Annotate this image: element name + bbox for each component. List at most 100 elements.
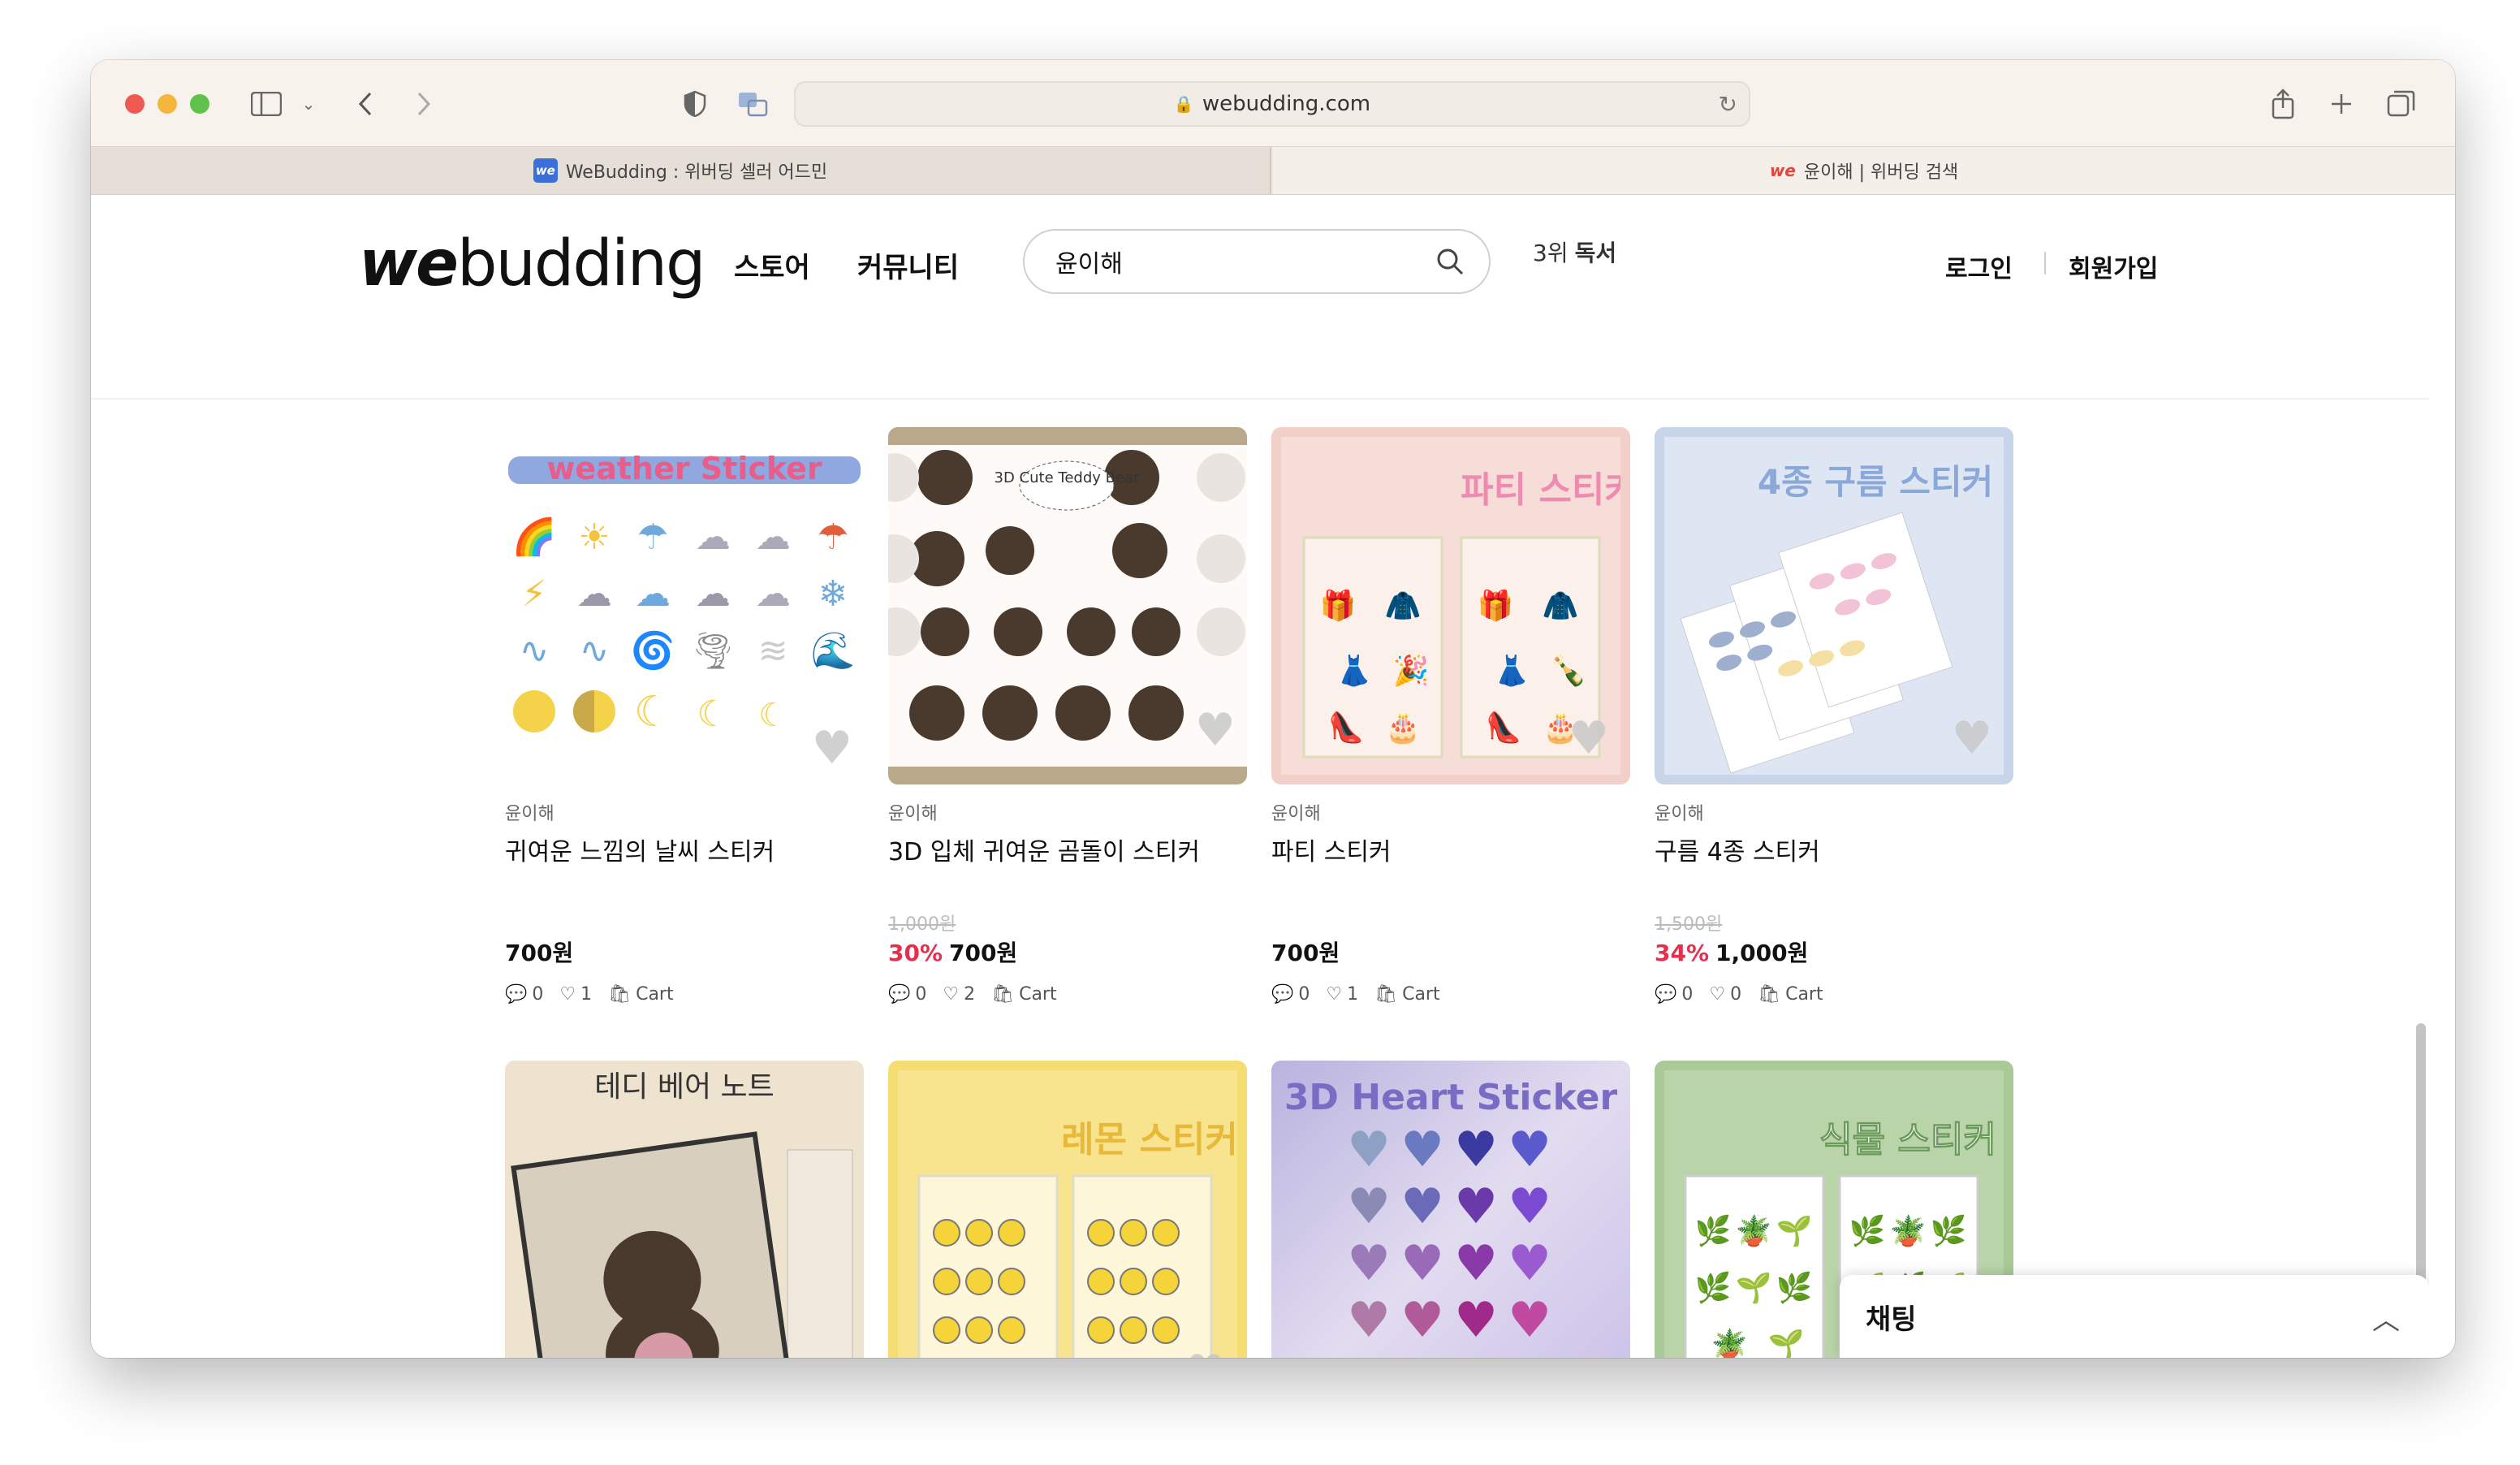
search-input[interactable]: 윤이해 — [1023, 229, 1491, 294]
webudding-logo[interactable]: webudding — [359, 227, 706, 300]
like-count[interactable]: ♡ 1 — [559, 984, 592, 1005]
login-link[interactable]: 로그인 — [1945, 248, 2013, 284]
svg-text:🧥: 🧥 — [1543, 590, 1579, 623]
svg-text:👠: 👠 — [1486, 710, 1522, 745]
comment-count[interactable]: 💬 0 — [505, 984, 543, 1005]
back-icon[interactable] — [349, 88, 382, 120]
heart-outline-icon: ♡ — [1326, 984, 1343, 1005]
svg-text:♥: ♥ — [1454, 1235, 1498, 1292]
tab-search[interactable]: we 윤이해 | 위버딩 검색 — [1273, 147, 2455, 194]
cart-button[interactable]: 🛍 Cart — [608, 984, 673, 1005]
tab-seller-admin[interactable]: we WeBudding : 위버딩 셀러 어드민 — [91, 147, 1271, 194]
svg-text:♥: ♥ — [1347, 1121, 1391, 1178]
svg-text:♥: ♥ — [1347, 1349, 1391, 1358]
svg-text:☁: ☁ — [695, 573, 731, 615]
comment-count[interactable]: 💬 0 — [1655, 984, 1693, 1005]
minimize-window-button[interactable] — [158, 94, 177, 114]
product-thumbnail[interactable]: 테디 베어 노트 ♥ — [505, 1061, 864, 1358]
trending-keyword[interactable]: 3위 독서 — [1533, 236, 1616, 268]
product-card[interactable]: 레몬 스티커 ♥ — [888, 1061, 1247, 1358]
product-name[interactable]: 3D 입체 귀여운 곰돌이 스티커 — [888, 832, 1247, 867]
svg-text:🌀: 🌀 — [631, 629, 675, 672]
cart-icon: 🛍 — [991, 984, 1015, 1005]
like-count[interactable]: ♡ 1 — [1326, 984, 1358, 1005]
cart-button[interactable]: 🛍 Cart — [991, 984, 1056, 1005]
share-icon[interactable] — [2267, 88, 2299, 120]
sidebar-toggle-icon[interactable] — [250, 88, 283, 120]
product-card[interactable]: 파티 스티커 🎁 🧥 🎁 🧥 👗 🎉 👗 🍾 👠 🎂 👠 🎂 ♥ 윤이해 파티 스티커 700원 … — [1271, 427, 1630, 1005]
svg-text:♥: ♥ — [1400, 1292, 1444, 1349]
product-price: 34% 1,000원 — [1655, 936, 1808, 968]
address-bar[interactable]: 🔒 webudding.com ↻ — [794, 81, 1750, 127]
product-card[interactable]: 테디 베어 노트 ♥ — [505, 1061, 864, 1358]
svg-text:❄: ❄ — [818, 573, 848, 615]
svg-text:♥: ♥ — [1454, 1349, 1498, 1358]
search-icon[interactable] — [1434, 245, 1466, 278]
like-count[interactable]: ♡ 0 — [1709, 984, 1741, 1005]
product-price: 700원 — [505, 936, 573, 968]
svg-text:👗: 👗 — [1336, 654, 1373, 688]
svg-text:♥: ♥ — [1508, 1121, 1551, 1178]
nav-community[interactable]: 커뮤니티 — [857, 245, 959, 285]
chevron-down-icon[interactable]: ⌄ — [292, 88, 325, 120]
wishlist-heart-icon[interactable]: ♥ — [1569, 716, 1609, 762]
cart-icon: 🛍 — [1758, 984, 1781, 1005]
product-thumbnail[interactable]: 4종 구름 스티커 ♥ — [1655, 427, 2013, 784]
seller-name[interactable]: 윤이해 — [1271, 799, 1630, 825]
product-thumbnail[interactable]: 3D Heart Sticker ♥♥♥♥ ♥♥♥♥ ♥♥♥♥ ♥♥♥♥ ♥♥♥… — [1271, 1061, 1630, 1358]
wishlist-heart-icon[interactable]: ♥ — [1195, 708, 1236, 754]
product-thumbnail[interactable]: 파티 스티커 🎁 🧥 🎁 🧥 👗 🎉 👗 🍾 👠 🎂 👠 🎂 ♥ — [1271, 427, 1630, 784]
comment-count[interactable]: 💬 0 — [888, 984, 926, 1005]
product-card[interactable]: weather Sticker 🌈 ☀ ☂ ☁ ☁ ☂ ⚡ ☁ ☁ ☁ ☁ ❄ ∿ ∿ 🌀 🌪 ≋ 🌊 ☾ ☾ ☾… — [505, 427, 864, 1005]
heart-sticker-art: 3D Heart Sticker ♥♥♥♥ ♥♥♥♥ ♥♥♥♥ ♥♥♥♥ ♥♥♥… — [1284, 1077, 1618, 1358]
forward-icon[interactable] — [408, 88, 440, 120]
svg-text:식물 스티커: 식물 스티커 — [1819, 1119, 1996, 1160]
tab-overview-icon[interactable] — [2385, 88, 2418, 120]
product-thumbnail[interactable]: 레몬 스티커 ♥ — [888, 1061, 1247, 1358]
comment-icon: 💬 — [888, 984, 911, 1005]
svg-text:☁: ☁ — [695, 516, 731, 558]
product-thumbnail[interactable]: weather Sticker 🌈 ☀ ☂ ☁ ☁ ☂ ⚡ ☁ ☁ ☁ ☁ ❄ ∿ ∿ 🌀 🌪 ≋ 🌊 ☾ ☾ ☾… — [505, 427, 864, 784]
comment-count[interactable]: 💬 0 — [1271, 984, 1310, 1005]
product-thumbnail[interactable]: 3D Cute Teddy Bear ♥ — [888, 427, 1247, 784]
svg-text:♥: ♥ — [1347, 1292, 1391, 1349]
product-name[interactable]: 파티 스티커 — [1271, 832, 1630, 867]
lemon-sticker-art: 레몬 스티커 — [917, 1119, 1237, 1358]
privacy-shield-icon[interactable] — [679, 88, 711, 120]
product-card[interactable]: 3D Heart Sticker ♥♥♥♥ ♥♥♥♥ ♥♥♥♥ ♥♥♥♥ ♥♥♥… — [1271, 1061, 1630, 1358]
wishlist-heart-icon[interactable]: ♥ — [812, 726, 852, 771]
new-tab-icon[interactable] — [2325, 88, 2358, 120]
cart-label: Cart — [636, 984, 674, 1005]
comment-icon: 💬 — [505, 984, 528, 1005]
svg-text:🪴: 🪴 — [1736, 1213, 1772, 1248]
chat-widget[interactable]: 채팅 ︿ — [1840, 1275, 2429, 1358]
product-card[interactable]: 3D Cute Teddy Bear ♥ 윤이해 3D 입체 귀여운 곰돌이 스… — [888, 427, 1247, 1005]
product-name[interactable]: 귀여운 느낌의 날씨 스티커 — [505, 832, 864, 867]
svg-text:🌱: 🌱 — [1768, 1329, 1805, 1358]
svg-text:♥: ♥ — [1400, 1235, 1444, 1292]
like-count-value: 2 — [964, 984, 976, 1005]
signup-link[interactable]: 회원가입 — [2069, 248, 2158, 284]
seller-name[interactable]: 윤이해 — [505, 799, 864, 825]
like-count[interactable]: ♡ 2 — [943, 984, 975, 1005]
product-name[interactable]: 구름 4종 스티커 — [1655, 832, 2013, 867]
reload-icon[interactable]: ↻ — [1719, 91, 1737, 118]
comment-icon: 💬 — [1271, 984, 1294, 1005]
cart-button[interactable]: 🛍 Cart — [1758, 984, 1823, 1005]
nav-store[interactable]: 스토어 — [734, 245, 810, 285]
chevron-up-icon[interactable]: ︿ — [2372, 1298, 2400, 1338]
close-window-button[interactable] — [125, 94, 145, 114]
seller-name[interactable]: 윤이해 — [888, 799, 1247, 825]
product-stats: 💬 0 ♡ 1 🛍 Cart — [505, 984, 674, 1005]
wishlist-heart-icon[interactable]: ♥ — [1952, 716, 1992, 762]
svg-text:☁: ☁ — [635, 573, 671, 615]
cart-button[interactable]: 🛍 Cart — [1374, 984, 1439, 1005]
site-header: webudding 스토어 커뮤니티 윤이해 3위 독서 로그인 회원가입 — [91, 195, 2429, 400]
translate-icon[interactable] — [737, 88, 770, 120]
product-card[interactable]: 4종 구름 스티커 ♥ 윤이해 구름 4종 스티커 1,500원 34% 1,00… — [1655, 427, 2013, 1005]
wishlist-heart-icon[interactable]: ♥ — [1185, 1350, 1226, 1359]
seller-name[interactable]: 윤이해 — [1655, 799, 2013, 825]
svg-text:🪴: 🪴 — [1711, 1327, 1748, 1358]
zoom-window-button[interactable] — [190, 94, 209, 114]
browser-window: ⌄ 🔒 webudding.com ↻ we WeBudding: 위버딩 셀… — [91, 60, 2455, 1358]
